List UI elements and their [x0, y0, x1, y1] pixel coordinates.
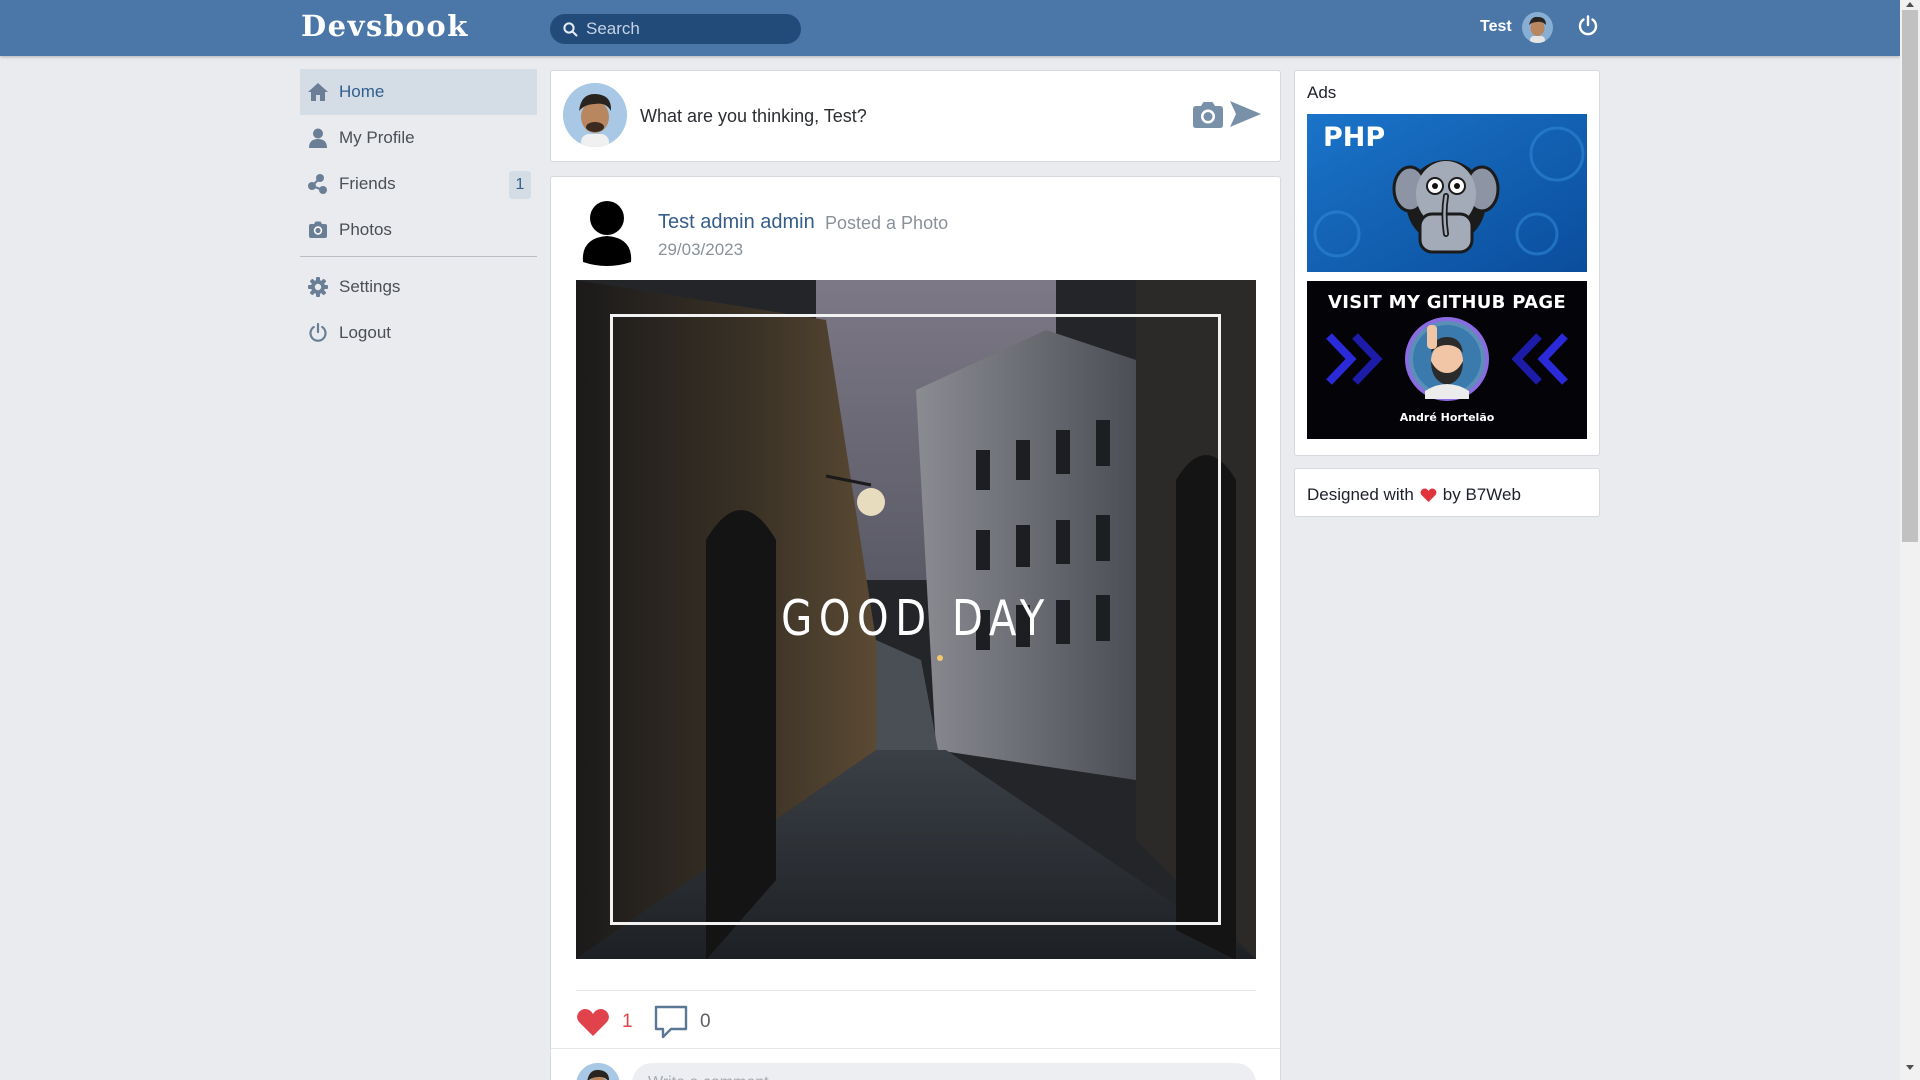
- add-photo-icon[interactable]: [1191, 100, 1225, 130]
- post-divider: [576, 990, 1256, 991]
- comment-icon: [654, 1005, 688, 1039]
- user-name[interactable]: Test: [1480, 18, 1512, 36]
- composer-prompt[interactable]: What are you thinking, Test?: [640, 106, 867, 127]
- logo[interactable]: Devsbook: [301, 9, 469, 43]
- sidebar-item-label: My Profile: [339, 128, 415, 147]
- php-ad-banner[interactable]: PHP: [1307, 114, 1587, 272]
- scroll-up-arrow-icon[interactable]: [1905, 0, 1915, 10]
- scrollbar-thumb[interactable]: [1902, 10, 1918, 542]
- heart-icon: [577, 1009, 609, 1036]
- gear-icon: [308, 277, 328, 297]
- user-icon: [309, 128, 327, 148]
- sidebar-item-home[interactable]: Home: [300, 69, 537, 115]
- post-composer: What are you thinking, Test?: [550, 70, 1281, 162]
- send-icon[interactable]: [1228, 99, 1262, 129]
- sidebar-item-logout[interactable]: Logout: [300, 310, 537, 356]
- top-navbar: Devsbook Test: [0, 0, 1900, 56]
- github-ad-name: André Hortelão: [1399, 411, 1495, 424]
- github-ad-title: VISIT MY GITHUB PAGE: [1327, 292, 1566, 313]
- logout-power-icon[interactable]: [1576, 14, 1600, 38]
- ads-title: Ads: [1307, 83, 1337, 102]
- post-author-name[interactable]: Test admin admin: [658, 211, 815, 234]
- composer-avatar: [563, 83, 627, 147]
- feed-post: Test admin admin Posted a Photo 29/03/20…: [550, 176, 1281, 1080]
- search-icon: [563, 22, 578, 37]
- friends-icon: [308, 174, 327, 194]
- post-author-avatar[interactable]: [579, 200, 635, 266]
- sidebar-item-label: Friends: [339, 174, 396, 193]
- sidebar-divider: [300, 256, 537, 257]
- camera-icon: [309, 221, 327, 238]
- like-count: 1: [622, 1011, 633, 1032]
- credits-suffix: by B7Web: [1442, 485, 1521, 504]
- comment-count: 0: [700, 1011, 711, 1032]
- sidebar-item-my-profile[interactable]: My Profile: [300, 115, 537, 161]
- ads-panel: Ads PHP VISIT MY GITHUB PAGE André Horte…: [1294, 70, 1600, 456]
- search-input[interactable]: [586, 14, 791, 44]
- comment-avatar: [576, 1063, 620, 1080]
- like-button[interactable]: 1: [576, 1007, 633, 1037]
- credits-box: Designed with by B7Web: [1294, 468, 1600, 517]
- sidebar-item-label: Photos: [339, 220, 392, 239]
- heart-icon: [1420, 488, 1437, 502]
- github-ad-banner[interactable]: VISIT MY GITHUB PAGE André Hortelão: [1307, 281, 1587, 439]
- post-date: 29/03/2023: [658, 240, 744, 259]
- sidebar-item-label: Settings: [339, 277, 401, 296]
- user-avatar[interactable]: [1522, 12, 1553, 43]
- credits-prefix: Designed with: [1307, 485, 1414, 504]
- friends-count-badge: 1: [509, 171, 531, 199]
- home-icon: [308, 83, 328, 101]
- post-action: Posted a Photo: [825, 213, 949, 233]
- sidebar-item-photos[interactable]: Photos: [300, 207, 537, 253]
- sidebar-item-label: Home: [339, 82, 385, 101]
- photo-caption: GOOD DAY: [781, 590, 1051, 647]
- power-icon: [309, 322, 327, 342]
- post-photo[interactable]: GOOD DAY: [576, 280, 1256, 959]
- comment-input[interactable]: [632, 1063, 1256, 1080]
- comment-button[interactable]: 0: [654, 1005, 711, 1039]
- sidebar-item-settings[interactable]: Settings: [300, 264, 537, 310]
- scroll-down-arrow-icon[interactable]: [1905, 1062, 1915, 1072]
- sidebar-item-friends[interactable]: Friends 1: [300, 161, 537, 207]
- php-ad-text: PHP: [1323, 122, 1386, 153]
- search-box[interactable]: [550, 14, 801, 44]
- comment-divider: [551, 1048, 1280, 1049]
- sidebar-item-label: Logout: [339, 323, 391, 342]
- sidebar: Home My Profile Friends 1 Photos Setting…: [300, 69, 537, 356]
